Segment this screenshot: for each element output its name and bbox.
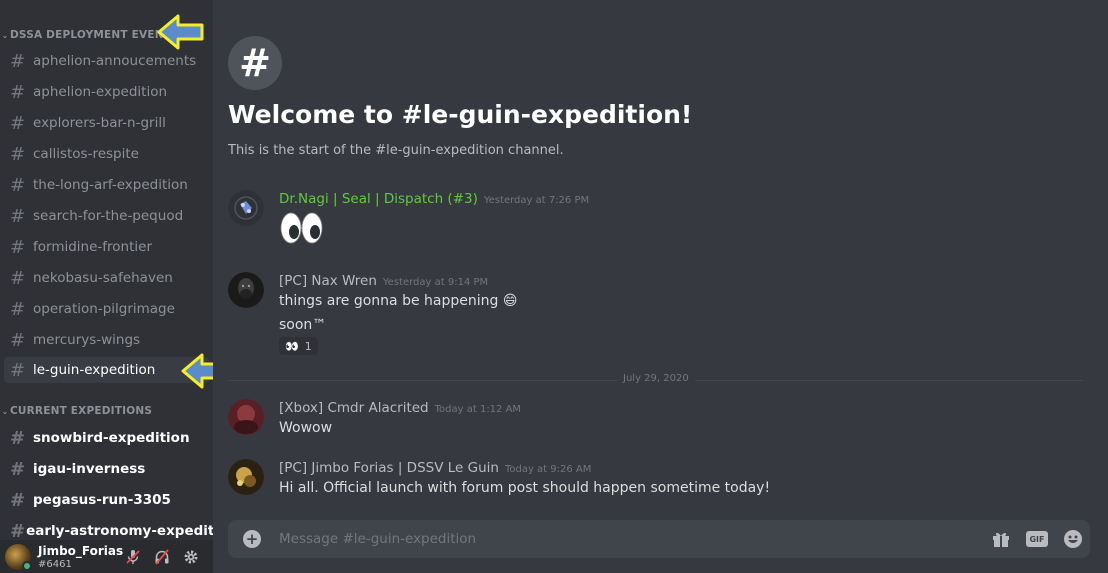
channel-label: early-astronomy-expedit [26, 523, 213, 539]
avatar[interactable] [228, 272, 264, 308]
hash-icon: # [10, 329, 26, 351]
user-tag: #6461 [38, 559, 72, 570]
gift-icon[interactable] [990, 529, 1012, 549]
gear-icon[interactable] [182, 548, 200, 566]
author-name[interactable]: [Xbox] Cmdr Alacrited [279, 400, 429, 416]
hash-icon: # [10, 458, 26, 480]
channel-label: formidine-frontier [33, 239, 153, 255]
channel-nekobasu-safehaven[interactable]: # nekobasu-safehaven [4, 265, 209, 291]
reaction-count: 1 [304, 339, 312, 353]
message-emoji [279, 210, 325, 250]
date-divider-label: July 29, 2020 [617, 373, 695, 384]
hash-icon: # [10, 174, 26, 196]
reaction-emoji: 👀 [285, 339, 299, 353]
message-header: [PC] Nax Wren Yesterday at 9:14 PM [279, 273, 488, 289]
gif-icon[interactable]: GIF [1026, 531, 1048, 547]
hash-icon: # [10, 489, 26, 511]
hash-icon: # [10, 359, 26, 381]
channel-label: le-guin-expedition [33, 362, 156, 378]
add-icon[interactable]: + [243, 530, 261, 548]
message-input[interactable] [279, 529, 959, 549]
channel-label: snowbird-expedition [33, 430, 190, 446]
headphones-muted-icon[interactable] [153, 548, 171, 566]
message-text: Wowow [279, 420, 333, 436]
timestamp: Today at 1:12 AM [434, 404, 522, 415]
hash-icon: # [10, 112, 26, 134]
message-text: things are gonna be happening 😄 [279, 293, 518, 309]
channel-label: aphelion-expedition [33, 84, 168, 100]
category-label: DSSA DEPLOYMENT EVENTS [10, 29, 179, 41]
channel-sidebar: ⌄ DSSA DEPLOYMENT EVENTS # aphelion-anno… [0, 0, 213, 573]
channel-label: operation-pilgrimage [33, 301, 175, 317]
timestamp: Today at 9:26 AM [504, 464, 592, 475]
channel-callistos-respite[interactable]: # callistos-respite [4, 141, 209, 167]
hash-icon: # [10, 520, 26, 542]
author-name[interactable]: [PC] Jimbo Forias | DSSV Le Guin [279, 460, 499, 476]
channel-label: aphelion-annoucements [33, 53, 197, 69]
hash-icon: # [10, 50, 26, 72]
channel-le-guin-expedition[interactable]: # le-guin-expedition [4, 357, 209, 383]
avatar[interactable] [228, 399, 264, 435]
avatar[interactable] [228, 459, 264, 495]
chevron-down-icon: ⌄ [1, 30, 9, 40]
hash-icon: # [10, 205, 26, 227]
message-text: Hi all. Official launch with forum post … [279, 480, 771, 496]
channel-operation-pilgrimage[interactable]: # operation-pilgrimage [4, 296, 209, 322]
message-header: Dr.Nagi | Seal | Dispatch (#3) Yesterday … [279, 191, 589, 207]
channel-the-long-arf-expedition[interactable]: # the-long-arf-expedition [4, 172, 209, 198]
channel-snowbird-expedition[interactable]: # snowbird-expedition [4, 425, 209, 451]
message-header: [PC] Jimbo Forias | DSSV Le Guin Today at… [279, 460, 591, 476]
reaction[interactable]: 👀 1 [279, 337, 318, 355]
channel-label: igau-inverness [33, 461, 146, 477]
hash-icon: # [228, 36, 282, 90]
channel-aphelion-annoucements[interactable]: # aphelion-annoucements [4, 48, 209, 74]
user-panel: Jimbo_Forias #6461 [0, 540, 213, 573]
hash-icon: # [10, 267, 26, 289]
channel-label: explorers-bar-n-grill [33, 115, 166, 131]
category-label: CURRENT EXPEDITIONS [10, 405, 153, 417]
annotation-arrow-icon [157, 14, 204, 50]
category-current-expeditions[interactable]: ⌄ CURRENT EXPEDITIONS [0, 403, 152, 419]
hash-icon: # [10, 143, 26, 165]
channel-search-for-the-pequod[interactable]: # search-for-the-pequod [4, 203, 209, 229]
chevron-down-icon: ⌄ [1, 406, 9, 416]
hash-icon: # [10, 81, 26, 103]
timestamp: Yesterday at 9:14 PM [382, 277, 489, 288]
channel-label: search-for-the-pequod [33, 208, 184, 224]
message-text: soon™ [279, 317, 327, 333]
welcome-title: Welcome to #le-guin-expedition! [228, 100, 693, 129]
mic-muted-icon[interactable] [124, 548, 142, 566]
status-indicator [22, 561, 32, 571]
channel-explorers-bar-n-grill[interactable]: # explorers-bar-n-grill [4, 110, 209, 136]
hash-icon: # [10, 236, 26, 258]
author-name[interactable]: Dr.Nagi | Seal | Dispatch (#3) [279, 191, 478, 207]
channel-formidine-frontier[interactable]: # formidine-frontier [4, 234, 209, 260]
channel-label: pegasus-run-3305 [33, 492, 171, 508]
category-dssa-deployment-events[interactable]: ⌄ DSSA DEPLOYMENT EVENTS [0, 27, 179, 43]
channel-label: the-long-arf-expedition [33, 177, 188, 193]
hash-icon: # [10, 427, 26, 449]
message-header: [Xbox] Cmdr Alacrited Today at 1:12 AM [279, 400, 521, 416]
channel-mercurys-wings[interactable]: # mercurys-wings [4, 327, 209, 353]
chat-area: # Welcome to #le-guin-expedition! This i… [213, 0, 1108, 573]
emoji-icon[interactable] [1062, 529, 1084, 549]
eyes-emoji-icon [280, 212, 323, 244]
timestamp: Yesterday at 7:26 PM [483, 195, 590, 206]
hash-icon: # [10, 298, 26, 320]
annotation-arrow-icon [181, 353, 213, 389]
channel-label: mercurys-wings [33, 332, 141, 348]
channel-pegasus-run-3305[interactable]: # pegasus-run-3305 [4, 487, 209, 513]
channel-igau-inverness[interactable]: # igau-inverness [4, 456, 209, 482]
message-composer: + GIF [228, 520, 1090, 558]
channel-label: callistos-respite [33, 146, 139, 162]
author-name[interactable]: [PC] Nax Wren [279, 273, 377, 289]
channel-aphelion-expedition[interactable]: # aphelion-expedition [4, 79, 209, 105]
welcome-subtitle: This is the start of the #le-guin-expedi… [228, 143, 564, 158]
username[interactable]: Jimbo_Forias [38, 544, 123, 558]
channel-label: nekobasu-safehaven [33, 270, 173, 286]
avatar[interactable] [228, 190, 264, 226]
